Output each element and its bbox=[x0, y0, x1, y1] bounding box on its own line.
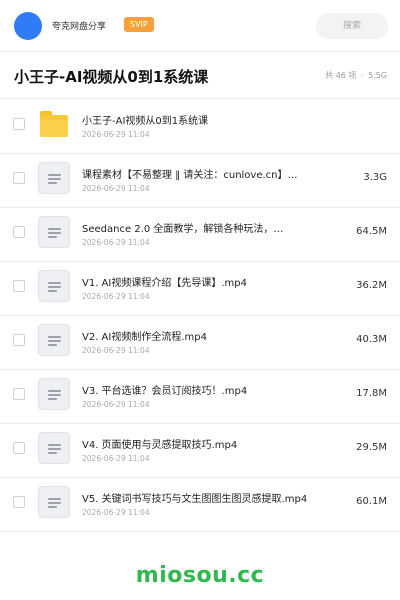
file-date: 2026-06-29 11:04 bbox=[82, 508, 150, 517]
file-name[interactable]: 小王子-AI视频从0到1系统课 bbox=[82, 112, 322, 127]
folder-header: 小王子-AI视频从0到1系统课 共 46 项 · 5.5G bbox=[0, 52, 400, 99]
folder-summary: 共 46 项 · 5.5G bbox=[324, 70, 388, 81]
document-icon bbox=[38, 486, 70, 518]
row-checkbox[interactable] bbox=[13, 118, 25, 130]
file-row[interactable]: V2. AI视频制作全流程.mp4 2026-06-29 11:04 40.3M bbox=[0, 316, 400, 370]
file-date: 2026-06-29 11:04 bbox=[82, 292, 150, 301]
file-name[interactable]: V5. 关键词书写技巧与文生图图生图灵感提取.mp4 bbox=[82, 490, 322, 505]
file-date: 2026-06-29 11:04 bbox=[82, 346, 150, 355]
row-checkbox[interactable] bbox=[13, 226, 25, 238]
file-row[interactable]: V5. 关键词书写技巧与文生图图生图灵感提取.mp4 2026-06-29 11:… bbox=[0, 478, 400, 532]
document-icon bbox=[38, 378, 70, 410]
file-name[interactable]: V2. AI视频制作全流程.mp4 bbox=[82, 328, 322, 343]
summary-separator: · bbox=[360, 71, 364, 80]
file-list: 小王子-AI视频从0到1系统课 2026-06-29 11:04 课程素材【不易整理… bbox=[0, 100, 400, 532]
row-checkbox[interactable] bbox=[13, 496, 25, 508]
file-date: 2026-06-29 11:04 bbox=[82, 184, 150, 193]
row-checkbox[interactable] bbox=[13, 280, 25, 292]
file-size: 3.3G bbox=[363, 172, 387, 183]
document-icon bbox=[38, 162, 70, 194]
row-checkbox[interactable] bbox=[13, 334, 25, 346]
file-date: 2026-06-29 11:04 bbox=[82, 454, 150, 463]
file-size: 60.1M bbox=[356, 496, 387, 507]
file-row[interactable]: Seedance 2.0 全面教学，解锁各种玩法，… 2026-06-29 11:… bbox=[0, 208, 400, 262]
file-size: 29.5M bbox=[356, 442, 387, 453]
avatar[interactable] bbox=[14, 12, 42, 40]
file-date: 2026-06-29 11:04 bbox=[82, 400, 150, 409]
file-name[interactable]: Seedance 2.0 全面教学，解锁各种玩法，… bbox=[82, 220, 322, 235]
file-name[interactable]: 课程素材【不易整理 ‖ 请关注：cunlove.cn】… bbox=[82, 166, 322, 181]
file-date: 2026-06-29 11:04 bbox=[82, 238, 150, 247]
svip-badge: SVIP bbox=[124, 17, 154, 32]
file-size: 36.2M bbox=[356, 280, 387, 291]
item-count: 共 46 项 bbox=[325, 71, 357, 80]
document-icon bbox=[38, 432, 70, 464]
file-size: 17.8M bbox=[356, 388, 387, 399]
file-size: 64.5M bbox=[356, 226, 387, 237]
row-checkbox[interactable] bbox=[13, 172, 25, 184]
page-title: 小王子-AI视频从0到1系统课 bbox=[14, 68, 209, 86]
document-icon bbox=[38, 324, 70, 356]
file-row[interactable]: 课程素材【不易整理 ‖ 请关注：cunlove.cn】… 2026-06-29 1… bbox=[0, 154, 400, 208]
file-size: 40.3M bbox=[356, 334, 387, 345]
row-checkbox[interactable] bbox=[13, 388, 25, 400]
file-name[interactable]: V4. 页面使用与灵感提取技巧.mp4 bbox=[82, 436, 322, 451]
file-row[interactable]: V4. 页面使用与灵感提取技巧.mp4 2026-06-29 11:04 29.5M bbox=[0, 424, 400, 478]
file-row[interactable]: V1. AI视频课程介绍【先导课】.mp4 2026-06-29 11:04 36.… bbox=[0, 262, 400, 316]
app-header: 夸克网盘分享 SVIP 搜索 bbox=[0, 0, 400, 52]
file-row[interactable]: V3. 平台选谁？会员订阅技巧！.mp4 2026-06-29 11:04 17.8… bbox=[0, 370, 400, 424]
file-name[interactable]: V3. 平台选谁？会员订阅技巧！.mp4 bbox=[82, 382, 322, 397]
row-checkbox[interactable] bbox=[13, 442, 25, 454]
document-icon bbox=[38, 216, 70, 248]
search-input[interactable]: 搜索 bbox=[316, 13, 388, 39]
watermark: miosou.cc bbox=[135, 563, 265, 588]
document-icon bbox=[38, 270, 70, 302]
share-name: 夸克网盘分享 bbox=[52, 22, 107, 32]
file-name[interactable]: V1. AI视频课程介绍【先导课】.mp4 bbox=[82, 274, 322, 289]
folder-icon bbox=[38, 108, 70, 140]
total-size: 5.5G bbox=[368, 71, 387, 80]
file-date: 2026-06-29 11:04 bbox=[82, 130, 150, 139]
file-row[interactable]: 小王子-AI视频从0到1系统课 2026-06-29 11:04 bbox=[0, 100, 400, 154]
